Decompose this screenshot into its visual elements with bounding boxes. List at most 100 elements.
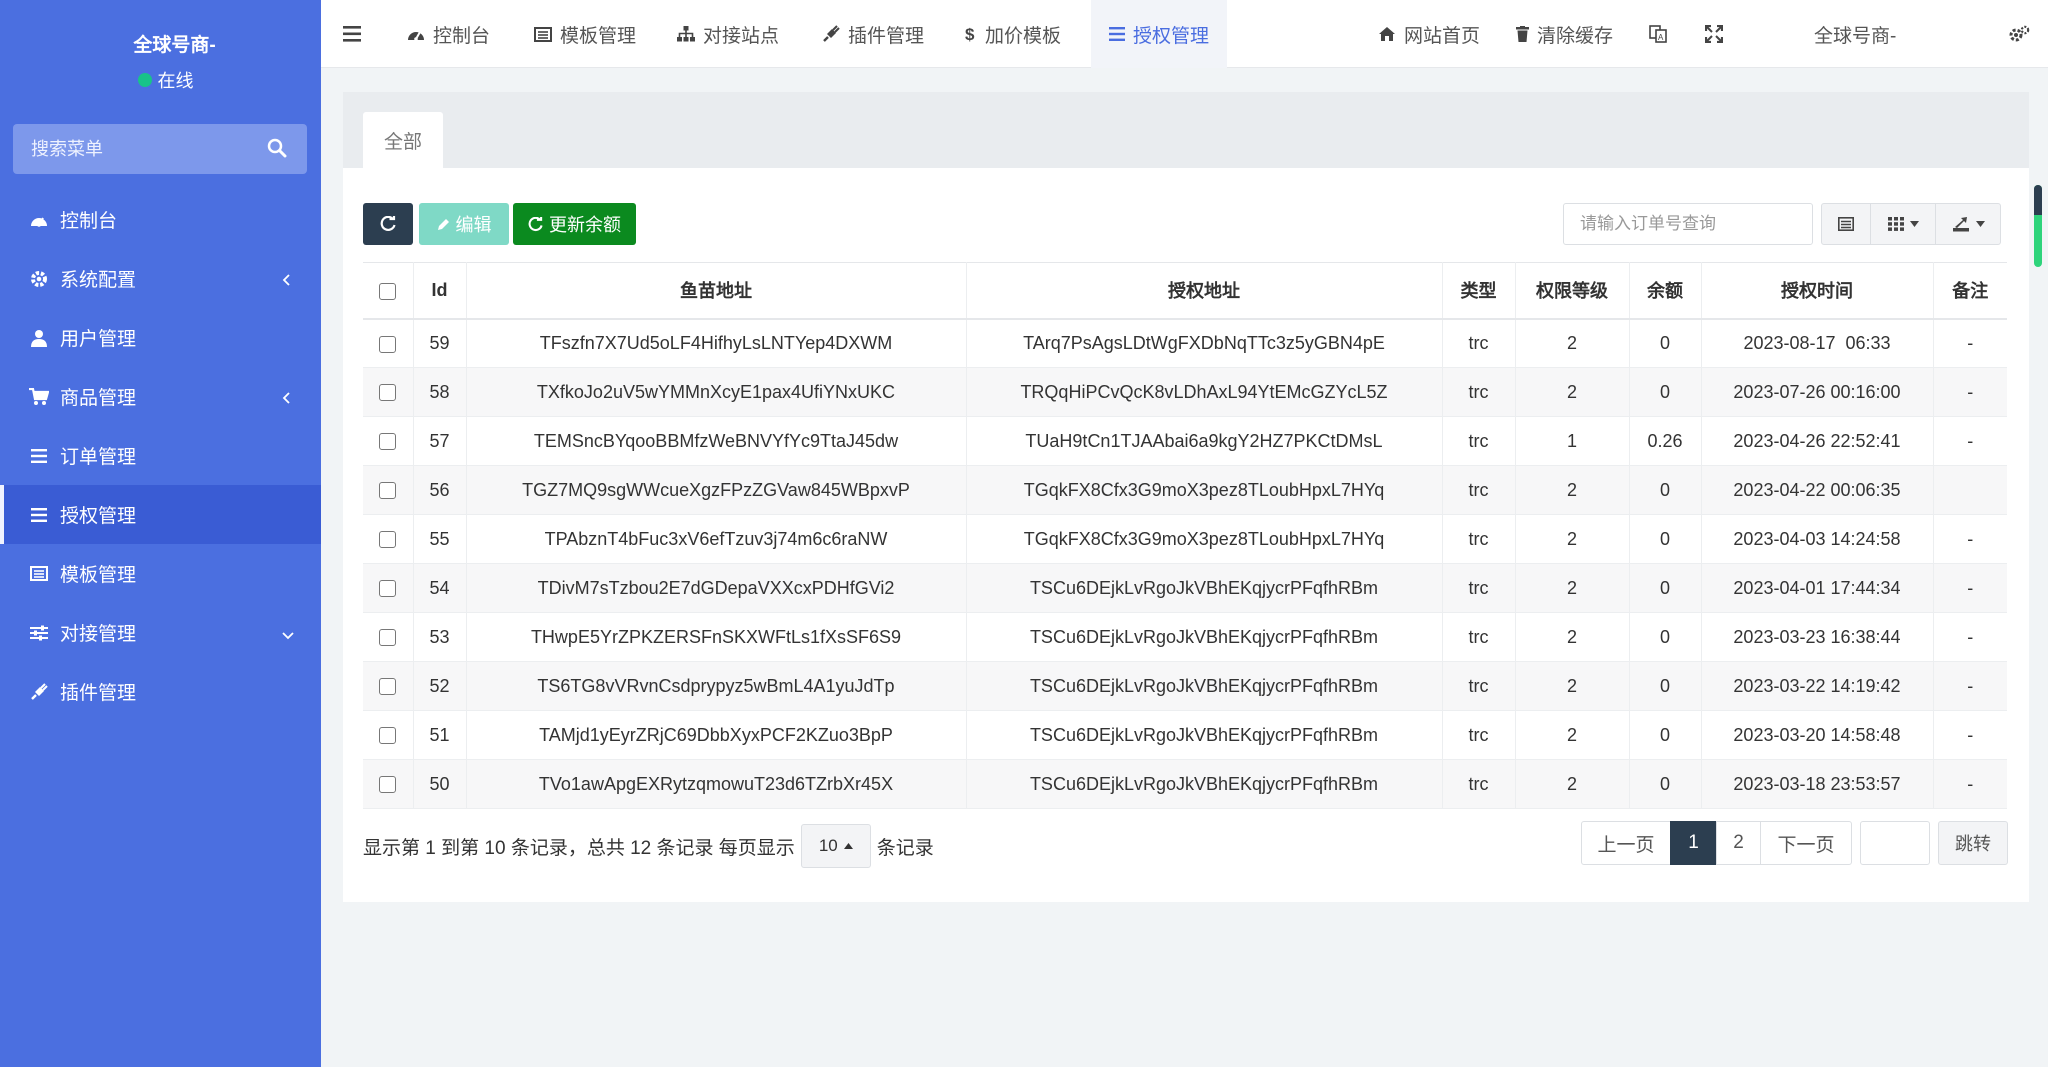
header-id[interactable]: Id <box>413 262 467 320</box>
page-2-button[interactable]: 2 <box>1716 821 1761 865</box>
export-dropdown-button[interactable] <box>1935 203 2001 245</box>
header-balance[interactable]: 余额 <box>1629 262 1702 320</box>
row-checkbox[interactable] <box>379 629 397 647</box>
header-type[interactable]: 类型 <box>1442 262 1516 320</box>
next-page-button[interactable]: 下一页 <box>1760 821 1852 865</box>
sidebar-item-5[interactable]: 授权管理 <box>0 485 321 544</box>
cart-icon <box>28 387 50 407</box>
jump-page-input[interactable] <box>1860 821 1930 865</box>
table-row[interactable]: 56 TGZ7MQ9sgWWcueXgzFPzZGVaw845WBpxvP TGqk… <box>363 465 2007 515</box>
cell-id: 54 <box>413 563 467 613</box>
cell-auth: TSCu6DEjkLvRgoJkVBhEKqjycrPFqfhRBm <box>966 612 1443 662</box>
cell-level: 2 <box>1515 612 1630 662</box>
refresh-icon <box>380 216 396 231</box>
table-row[interactable]: 52 TS6TG8vVRvnCsdprypyz5wBmL4A1yuJdTp TSCu… <box>363 661 2007 711</box>
table-row[interactable]: 58 TXfkoJo2uV5wYMMnXcyE1pax4UfiYNxUKC TRQq… <box>363 367 2007 417</box>
order-search-input[interactable] <box>1563 203 1813 245</box>
table-row[interactable]: 59 TFszfn7X7Ud5oLF4HifhyLsLNTYep4DXWM TArq… <box>363 318 2007 368</box>
sidebar-item-label: 订单管理 <box>60 447 137 468</box>
dashboard-icon <box>407 26 425 42</box>
sidebar-item-label: 插件管理 <box>60 683 137 704</box>
cell-type: trc <box>1442 318 1516 368</box>
grid-icon <box>1887 217 1904 231</box>
table-row[interactable]: 51 TAMjd1yEyrZRjC69DbbXyxPCF2KZuo3BpP TSCu… <box>363 710 2007 760</box>
menu-toggle-icon[interactable] <box>343 0 363 68</box>
sidebar-item-1[interactable]: 系统配置 <box>0 249 321 308</box>
top-nav-item-2[interactable]: 对接站点 <box>677 0 779 68</box>
website-home-link[interactable]: 网站首页 <box>1378 0 1480 68</box>
row-checkbox[interactable] <box>379 531 397 549</box>
chevron-down-icon <box>281 625 295 640</box>
top-nav-item-1[interactable]: 模板管理 <box>534 0 636 68</box>
row-checkbox[interactable] <box>379 580 397 598</box>
page-size-select[interactable]: 10 <box>800 824 871 868</box>
page-1-button[interactable]: 1 <box>1670 821 1717 865</box>
plug-icon <box>28 682 50 702</box>
sidebar: 全球号商- 在线 控制台系统配置用户管理商品管理订单管理授权管理模板管理对接管理… <box>0 0 321 1067</box>
tab-all[interactable]: 全部 <box>363 112 443 168</box>
header-auth-address[interactable]: 授权地址 <box>966 262 1443 320</box>
jump-button[interactable]: 跳转 <box>1938 821 2008 865</box>
sidebar-item-8[interactable]: 插件管理 <box>0 662 321 721</box>
table-row[interactable]: 54 TDivM7sTzbou2E7dGDepaVXXcxPDHfGVi2 TSCu… <box>363 563 2007 613</box>
translate-icon[interactable]: A <box>1649 0 1667 68</box>
top-nav-item-4[interactable]: $ 加价模板 <box>965 0 1061 68</box>
toggle-view-button[interactable] <box>1821 203 1871 245</box>
header-note[interactable]: 备注 <box>1933 262 2007 320</box>
cell-time: 2023-04-03 14:24:58 <box>1701 514 1934 564</box>
sidebar-item-0[interactable]: 控制台 <box>0 190 321 249</box>
refresh-button[interactable] <box>363 203 413 245</box>
table-row[interactable]: 53 THwpE5YrZPKZERSFnSKXWFtLs1fXsSF6S9 TSCu… <box>363 612 2007 662</box>
pagination: 上一页 1 2 下一页 <box>1581 821 1852 865</box>
row-checkbox[interactable] <box>379 335 397 353</box>
row-checkbox[interactable] <box>379 433 397 451</box>
cell-fish: THwpE5YrZPKZERSFnSKXWFtLs1fXsSF6S9 <box>466 612 967 662</box>
top-nav-label: 控制台 <box>433 25 491 47</box>
top-nav-item-0[interactable]: 控制台 <box>407 0 490 68</box>
fullscreen-icon[interactable] <box>1705 0 1723 68</box>
settings-gears-icon[interactable] <box>2008 0 2030 68</box>
select-all-checkbox[interactable] <box>379 282 397 300</box>
top-nav-item-3[interactable]: 插件管理 <box>822 0 924 68</box>
page-info-suffix: 条记录 <box>876 837 934 859</box>
row-checkbox[interactable] <box>379 482 397 500</box>
search-icon[interactable] <box>267 138 289 160</box>
row-checkbox-cell <box>363 661 414 711</box>
user-icon <box>28 328 50 348</box>
table-row[interactable]: 50 TVo1awApgEXRytzqmowuT23d6TZrbXr45X TSCu… <box>363 759 2007 809</box>
sidebar-item-6[interactable]: 模板管理 <box>0 544 321 603</box>
user-menu[interactable]: 全球号商- <box>1814 0 1896 68</box>
row-checkbox-cell <box>363 759 414 809</box>
header-auth-time[interactable]: 授权时间 <box>1701 262 1934 320</box>
prev-page-button[interactable]: 上一页 <box>1581 821 1671 865</box>
columns-dropdown-button[interactable] <box>1870 203 1936 245</box>
row-checkbox[interactable] <box>379 384 397 402</box>
top-nav-item-5[interactable]: 授权管理 <box>1091 0 1228 68</box>
cell-type: trc <box>1442 612 1516 662</box>
table-row[interactable]: 57 TEMSncBYqooBBMfzWeBNVYfYc9TtaJ45dw TUaH… <box>363 416 2007 466</box>
cell-level: 2 <box>1515 318 1630 368</box>
cell-auth: TSCu6DEjkLvRgoJkVBhEKqjycrPFqfhRBm <box>966 563 1443 613</box>
row-checkbox[interactable] <box>379 776 397 794</box>
row-checkbox[interactable] <box>379 727 397 745</box>
sidebar-item-3[interactable]: 商品管理 <box>0 367 321 426</box>
row-checkbox[interactable] <box>379 678 397 696</box>
cell-id: 53 <box>413 612 467 662</box>
top-navbar: 控制台 模板管理 对接站点 插件管理 $ 加价模板 授权管理 网站首页 清除缓存 A 全球号… <box>321 0 2048 68</box>
cell-fish: TDivM7sTzbou2E7dGDepaVXXcxPDHfGVi2 <box>466 563 967 613</box>
update-balance-button[interactable]: 更新余额 <box>513 203 636 245</box>
sidebar-item-2[interactable]: 用户管理 <box>0 308 321 367</box>
chevron-left-icon <box>281 271 295 286</box>
cell-level: 2 <box>1515 563 1630 613</box>
menu-search-input[interactable] <box>31 138 267 160</box>
sidebar-item-label: 商品管理 <box>60 388 137 409</box>
table-row[interactable]: 55 TPAbznT4bFuc3xV6efTzuv3j74m6c6raNW TGqk… <box>363 514 2007 564</box>
page-size-value: 10 <box>818 836 838 855</box>
header-level[interactable]: 权限等级 <box>1515 262 1630 320</box>
clear-cache-button[interactable]: 清除缓存 <box>1516 0 1613 68</box>
sidebar-item-7[interactable]: 对接管理 <box>0 603 321 662</box>
header-fish-address[interactable]: 鱼苗地址 <box>466 262 967 320</box>
cell-note: - <box>1933 514 2007 564</box>
sidebar-item-4[interactable]: 订单管理 <box>0 426 321 485</box>
edit-button[interactable]: 编辑 <box>419 203 509 245</box>
